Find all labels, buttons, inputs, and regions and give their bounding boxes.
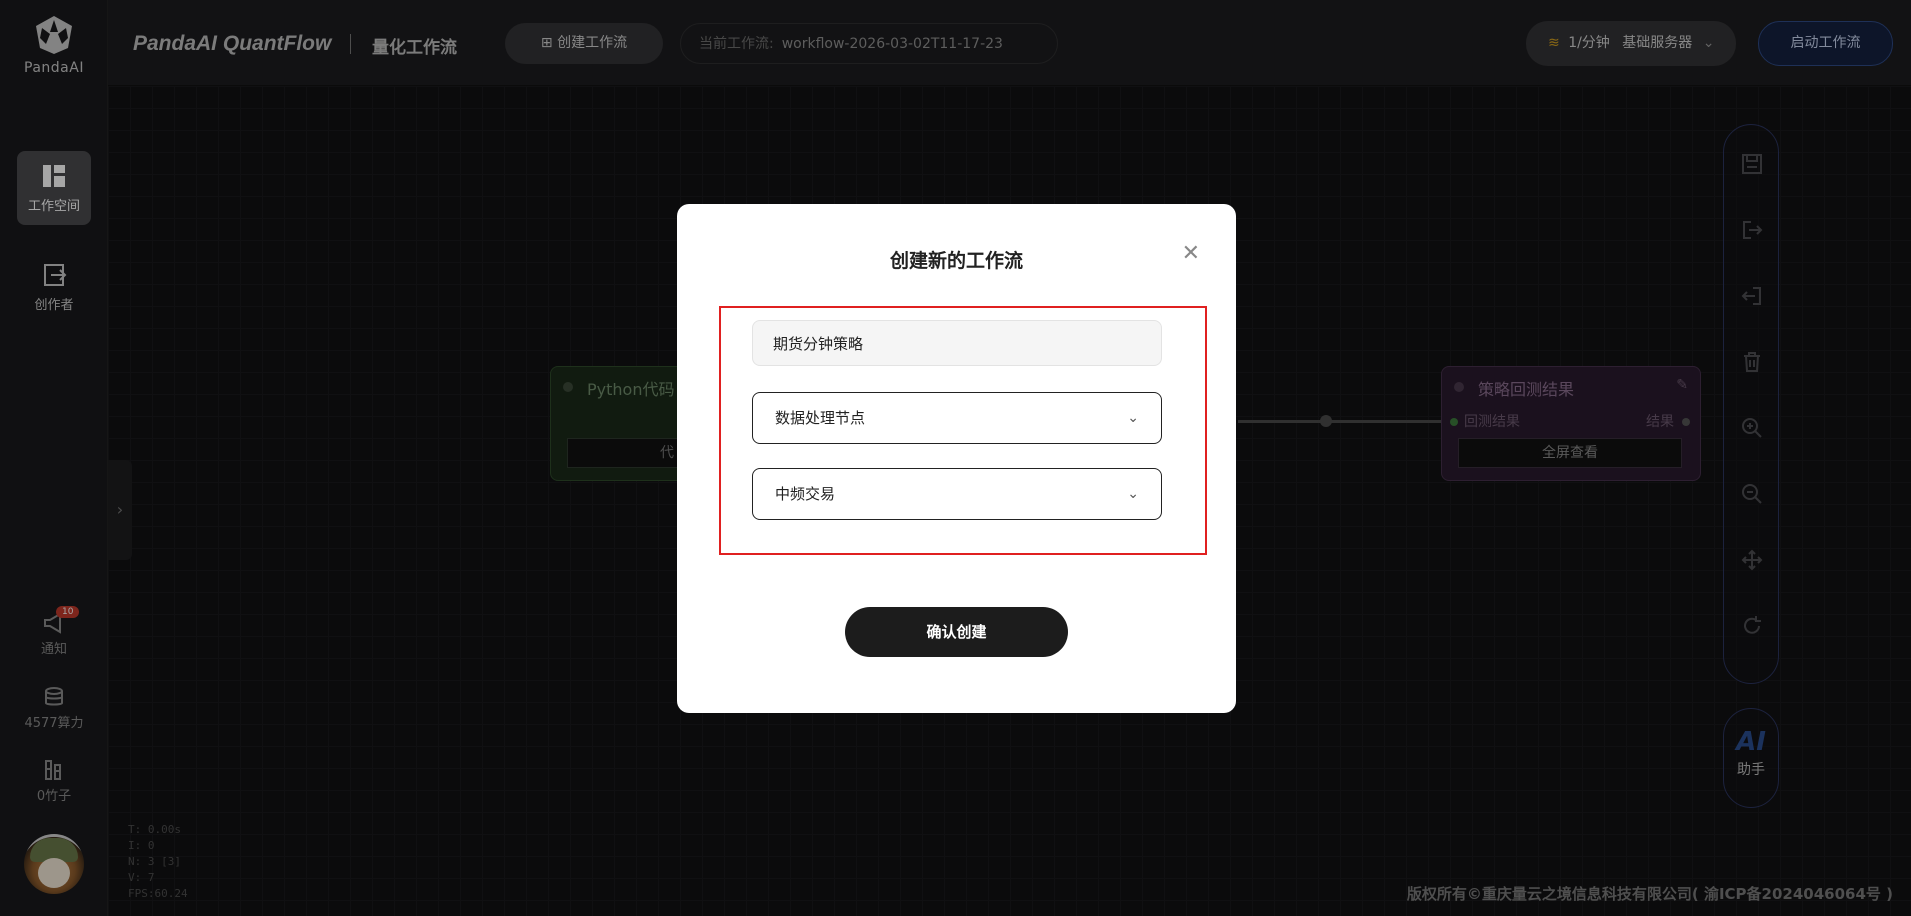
create-workflow-dialog: 创建新的工作流 ✕ 数据处理节点 ⌄ 中频交易 ⌄ 确认创建 [677,204,1236,713]
chevron-down-icon: ⌄ [1127,410,1139,426]
dialog-title: 创建新的工作流 [889,250,1023,272]
confirm-create-button[interactable]: 确认创建 [845,607,1068,657]
close-icon[interactable]: ✕ [1182,243,1200,265]
trade-type-select[interactable]: 中频交易 ⌄ [752,468,1162,520]
node-type-select[interactable]: 数据处理节点 ⌄ [752,392,1162,444]
trade-type-value: 中频交易 [775,485,836,503]
node-type-value: 数据处理节点 [775,409,866,427]
app-root: PandaAI 工作空间 创作者 10 通知 4577算力 0竹子 PandaA… [0,0,1911,916]
workflow-name-input[interactable] [752,320,1162,366]
chevron-down-icon: ⌄ [1127,486,1139,502]
